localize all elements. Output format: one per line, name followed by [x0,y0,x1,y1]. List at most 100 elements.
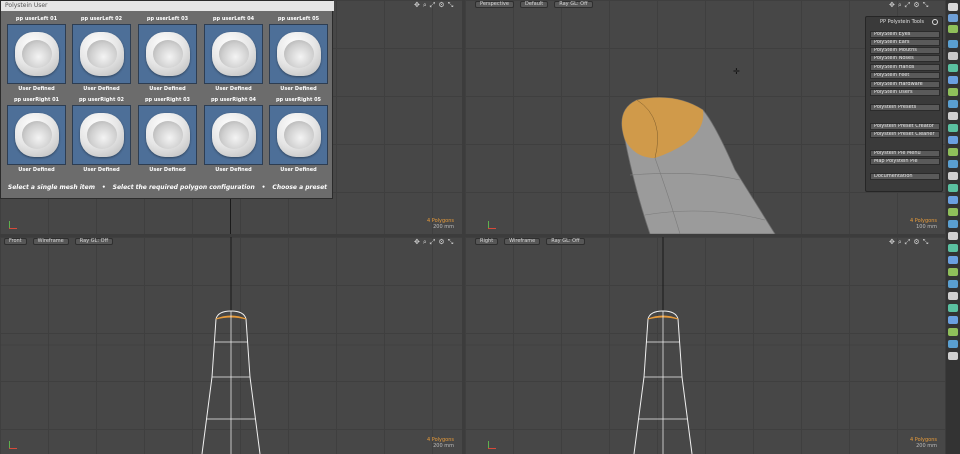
preset-caption: User Defined [215,167,252,173]
tool-icon[interactable] [948,112,958,120]
gear-icon[interactable]: ⚙ [913,1,919,9]
tool-icon[interactable] [948,148,958,156]
front-wireframe[interactable] [0,237,462,454]
tool-button-mouths[interactable]: PolyStein Mouths [870,47,940,54]
tool-button-eyes[interactable]: PolyStein Eyes [870,31,940,38]
preset-label: pp userRight 03 [144,97,191,103]
tool-button-preset-creator[interactable]: Polystein Preset Creator [870,123,940,130]
tool-icon[interactable] [948,196,958,204]
tool-icon[interactable] [948,136,958,144]
expand-icon[interactable]: ⤢ [430,1,436,9]
expand-icon[interactable]: ⤢ [905,1,911,9]
tool-icon[interactable] [948,316,958,324]
grid-size: 200 mm [433,224,454,230]
tool-icon[interactable] [948,220,958,228]
tool-button-feet[interactable]: PolyStein Feet [870,72,940,79]
preset-tile[interactable]: pp userLeft 02 User Defined [70,15,133,94]
tool-button-presets[interactable]: Polystein Presets [870,104,940,111]
grid-size: 100 mm [916,224,937,230]
axis-gizmo [487,220,497,230]
add-icon[interactable] [948,3,958,11]
preset-thumbnail[interactable] [204,24,263,84]
preset-caption: User Defined [149,86,186,92]
preset-thumbnail[interactable] [269,24,328,84]
tool-icon[interactable] [948,340,958,348]
move-icon[interactable]: ✥ [889,1,895,9]
viewport-tools[interactable]: ✥ ⌕ ⤢ ⚙ ⤡ [889,0,928,9]
close-icon[interactable] [932,19,938,25]
search-icon[interactable]: ⌕ [898,1,902,9]
maximize-icon[interactable]: ⤡ [923,1,929,9]
tool-button-users[interactable]: PolyStein Users [870,89,940,96]
polystein-tools-panel: PP Polystein Tools PolyStein Eyes PolySt… [865,16,943,192]
preset-tile[interactable]: pp userLeft 05 User Defined [267,15,330,94]
grid-size: 200 mm [433,443,454,449]
tool-icon[interactable] [948,208,958,216]
bullet: • [261,183,266,191]
instruction-step: Select the required polygon configuratio… [112,183,255,191]
preset-label: pp userLeft 03 [146,16,189,22]
tool-icon[interactable] [948,244,958,252]
globe-icon[interactable] [948,25,958,33]
tool-icon[interactable] [948,304,958,312]
tool-icon[interactable] [948,88,958,96]
tool-icon[interactable] [948,352,958,360]
tool-button-hands[interactable]: PolyStein Hands [870,64,940,71]
poly-info: 4 Polygons 200 mm [910,437,937,449]
tool-icon[interactable] [948,232,958,240]
shape-icon[interactable] [948,14,958,22]
preset-tile[interactable]: pp userLeft 03 User Defined [136,15,199,94]
right-wireframe[interactable] [465,237,945,454]
tool-icon[interactable] [948,52,958,60]
tool-button-hardware[interactable]: PolyStein Hardware [870,81,940,88]
instructions: Select a single mesh item • Select the r… [1,181,334,193]
preset-tile[interactable]: pp userRight 02 User Defined [70,96,133,175]
move-icon[interactable]: ✥ [414,1,420,9]
tool-icon[interactable] [948,256,958,264]
tool-icon[interactable] [948,160,958,168]
viewport-right[interactable]: Right Wireframe Ray GL: Off ✥ ⌕ ⤢ ⚙ ⤡ 4 Poly… [465,237,945,454]
preset-thumbnail[interactable] [138,24,197,84]
preset-label: pp userLeft 05 [277,16,320,22]
tool-icon[interactable] [948,124,958,132]
viewport-front[interactable]: Front Wireframe Ray GL: Off ✥ ⌕ ⤢ ⚙ ⤡ 4 Poly… [0,237,462,454]
preset-tile[interactable]: pp userRight 03 User Defined [136,96,199,175]
search-icon[interactable]: ⌕ [423,1,427,9]
modo-workspace: ✥ ⌕ ⤢ ⚙ ⤡ 4 Polygons 200 mm Perspective Defa… [0,0,960,454]
maximize-icon[interactable]: ⤡ [448,1,454,9]
tool-icon[interactable] [948,292,958,300]
preset-thumbnail[interactable] [269,105,328,165]
preset-thumbnail[interactable] [138,105,197,165]
cursor-icon: ✛ [733,67,740,76]
tool-icon[interactable] [948,76,958,84]
preset-tile[interactable]: pp userLeft 04 User Defined [202,15,265,94]
tool-button-preset-cleaner[interactable]: Polystein Preset Cleaner [870,131,940,138]
tool-icon[interactable] [948,268,958,276]
tool-icon[interactable] [948,40,958,48]
tool-icon[interactable] [948,172,958,180]
preset-thumbnail[interactable] [7,105,66,165]
preset-thumbnail[interactable] [72,105,131,165]
preset-tile[interactable]: pp userRight 04 User Defined [202,96,265,175]
tool-button-ears[interactable]: PolyStein Ears [870,39,940,46]
preset-caption: User Defined [18,167,55,173]
preset-thumbnail[interactable] [72,24,131,84]
tool-icon[interactable] [948,280,958,288]
tool-icon[interactable] [948,328,958,336]
tool-button-documentation[interactable]: Documentation [870,173,940,180]
tool-button-map-pie[interactable]: Map Polystein Pie [870,158,940,165]
axis-gizmo [487,440,497,450]
preset-tile[interactable]: pp userLeft 01 User Defined [5,15,68,94]
tool-icon[interactable] [948,100,958,108]
viewport-tools[interactable]: ✥ ⌕ ⤢ ⚙ ⤡ [414,0,453,9]
tool-button-noses[interactable]: PolyStein Noses [870,55,940,62]
preset-tile[interactable]: pp userRight 01 User Defined [5,96,68,175]
preset-thumbnail[interactable] [7,24,66,84]
gear-icon[interactable]: ⚙ [438,1,444,9]
tool-icon[interactable] [948,64,958,72]
preset-thumbnail[interactable] [204,105,263,165]
preset-label: pp userRight 05 [275,97,322,103]
tool-icon[interactable] [948,184,958,192]
preset-tile[interactable]: pp userRight 05 User Defined [267,96,330,175]
tool-button-pie-menu[interactable]: Polystein Pie Menu [870,150,940,157]
